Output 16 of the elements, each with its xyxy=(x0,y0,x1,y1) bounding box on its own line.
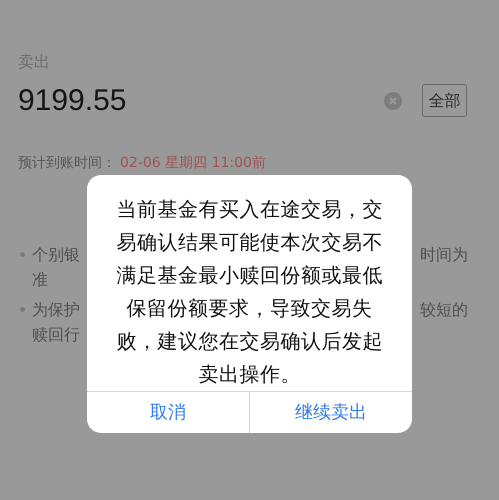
arrival-label: 预计到账时间： xyxy=(18,154,116,173)
bullet-icon xyxy=(20,252,25,257)
note-text: 准 xyxy=(32,270,48,289)
note-text: 为保护 xyxy=(32,299,80,321)
note-text: 时间为 xyxy=(420,244,468,266)
note-text: 个别银 xyxy=(32,244,80,266)
clear-icon[interactable] xyxy=(384,92,402,110)
note-text: 赎回行 xyxy=(32,325,80,344)
dialog-message: 当前基金有买入在途交易，交易确认结果可能使本次交易不满足基金最小赎回份额或最低保留份额要求，导致交易失败，建议您在交易确认后发起卖出操作。 xyxy=(115,196,384,388)
bullet-icon xyxy=(20,307,25,312)
all-button[interactable]: 全部 xyxy=(422,84,467,117)
confirm-button[interactable]: 继续卖出 xyxy=(249,392,412,433)
arrival-time: 02-06 星期四 11:00前 xyxy=(120,154,266,173)
note-text: 较短的 xyxy=(420,299,468,321)
cancel-button[interactable]: 取消 xyxy=(87,392,249,433)
amount-value: 9199.55 xyxy=(18,83,128,119)
